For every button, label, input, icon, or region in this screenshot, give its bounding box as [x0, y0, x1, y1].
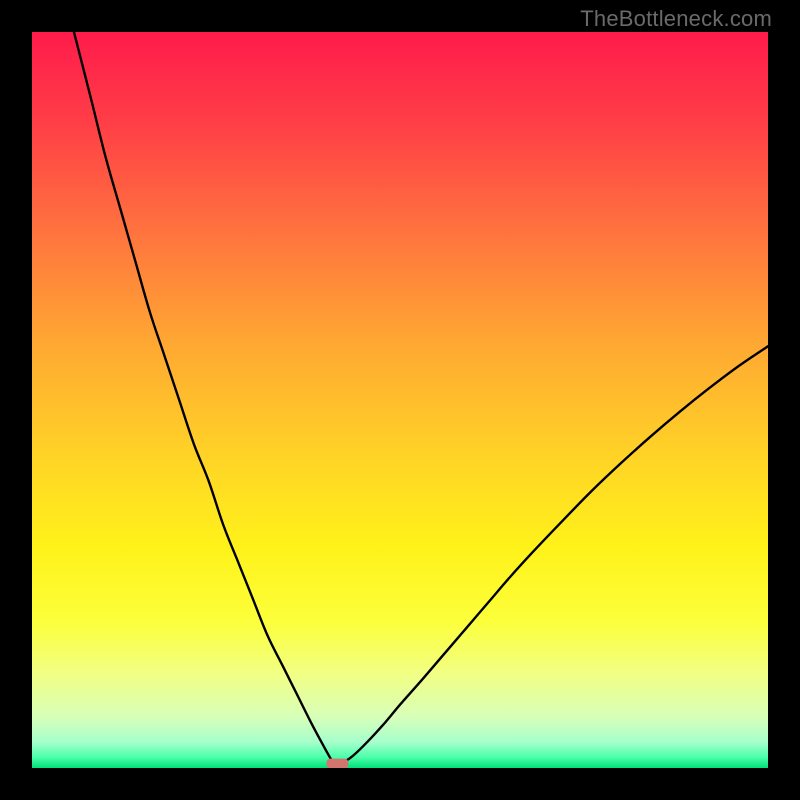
- bottleneck-min-marker: [326, 759, 348, 768]
- watermark-text: TheBottleneck.com: [580, 6, 772, 32]
- plot-area: [32, 32, 768, 768]
- bottleneck-curve-chart: [32, 32, 768, 768]
- gradient-background: [32, 32, 768, 768]
- chart-frame: TheBottleneck.com: [0, 0, 800, 800]
